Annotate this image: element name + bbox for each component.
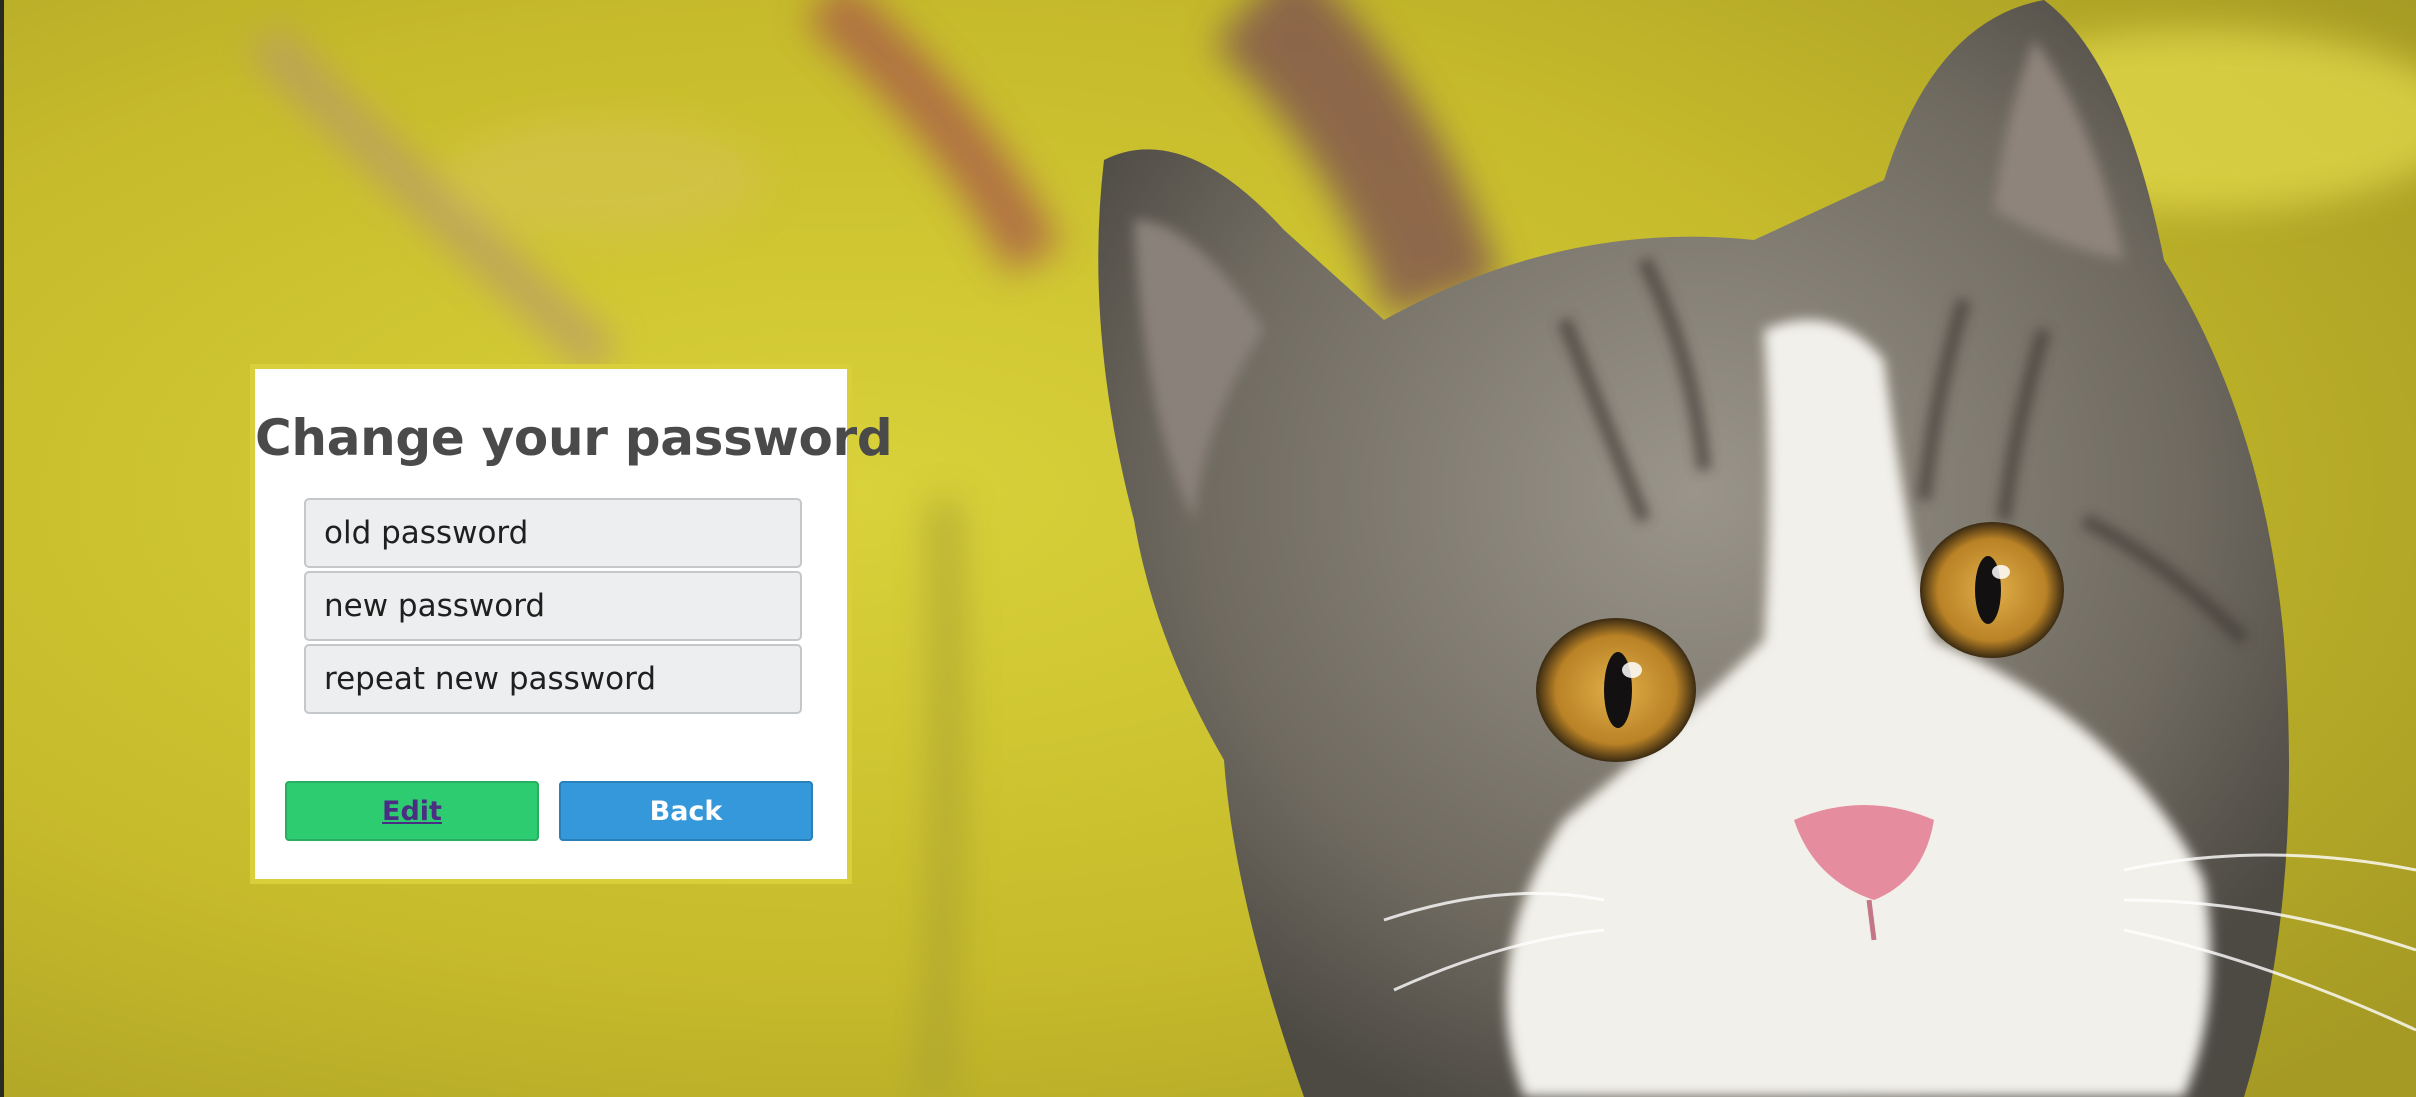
edit-button[interactable]: Edit (285, 781, 539, 841)
page-title: Change your password (255, 409, 893, 467)
old-password-field[interactable] (304, 498, 802, 568)
repeat-new-password-field[interactable] (304, 644, 802, 714)
back-button[interactable]: Back (559, 781, 813, 841)
edit-button-label: Edit (382, 795, 442, 827)
page: Change your password Edit Back (0, 0, 2416, 1097)
back-button-label: Back (649, 795, 723, 827)
new-password-field[interactable] (304, 571, 802, 641)
change-password-card: Change your password Edit Back (250, 364, 893, 884)
